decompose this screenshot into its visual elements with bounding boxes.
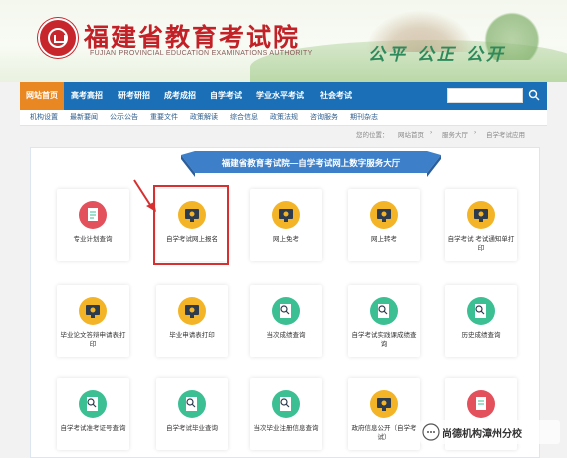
monitor-icon bbox=[79, 297, 107, 325]
tile-admission-number-query[interactable]: 自学考试准考证号查询 bbox=[57, 378, 129, 450]
tile-history-score-query[interactable]: 历史成绩查询 bbox=[445, 285, 517, 357]
nav-item-zikao[interactable]: 自学考试 bbox=[204, 82, 248, 110]
site-logo[interactable] bbox=[38, 18, 78, 58]
subnav-item-qikan[interactable]: 期刊杂志 bbox=[350, 110, 378, 126]
tile-graduation-query[interactable]: 自学考试毕业查询 bbox=[156, 378, 228, 450]
tile-graduation-registration-query[interactable]: 当次毕业注册信息查询 bbox=[250, 378, 322, 450]
tile-exam-notice-print[interactable]: 自学考试 考试通知单打印 bbox=[445, 189, 517, 261]
tile-label: 当次成绩查询 bbox=[266, 332, 306, 339]
subnav-item-yaowen[interactable]: 最新要闻 bbox=[70, 110, 98, 126]
search-doc-icon bbox=[467, 297, 495, 325]
search-doc-icon bbox=[272, 390, 300, 418]
tile-label: 政府信息公开（自学考试） bbox=[351, 425, 417, 441]
tile-label: 当次毕业注册信息查询 bbox=[253, 425, 319, 432]
subnav-item-zonghe[interactable]: 综合信息 bbox=[230, 110, 258, 126]
tile-label: 毕业论文答辩申请表打印 bbox=[60, 332, 126, 348]
search-doc-icon bbox=[178, 390, 206, 418]
tile-government-info-disclosure[interactable]: 政府信息公开（自学考试） bbox=[348, 378, 420, 450]
clipboard-icon bbox=[79, 201, 107, 229]
breadcrumb-item-hall[interactable]: 服务大厅 bbox=[442, 129, 468, 139]
breadcrumb-label: 您的位置： bbox=[356, 132, 389, 139]
nav-item-gaokao[interactable]: 高考高招 bbox=[65, 82, 109, 110]
tile-label: 网上免考 bbox=[273, 236, 299, 243]
tile-label: 历史成绩查询 bbox=[461, 332, 501, 339]
panel-title: 福建省教育考试院—自学考试网上数字服务大厅 bbox=[221, 158, 401, 168]
breadcrumb-item-home[interactable]: 网站首页 bbox=[398, 129, 424, 139]
subnav-item-wenjian[interactable]: 重要文件 bbox=[150, 110, 178, 126]
clipboard-icon bbox=[467, 390, 495, 418]
breadcrumb-sep: › bbox=[430, 129, 433, 136]
site-header: 福建省教育考试院 FUJIAN PROVINCIAL EDUCATION EXA… bbox=[0, 0, 567, 82]
tile-label: 专业计划查询 bbox=[73, 236, 113, 243]
chat-bubble-icon bbox=[422, 423, 440, 441]
search-input[interactable] bbox=[447, 88, 523, 103]
red-arrow-annotation bbox=[133, 179, 156, 212]
monitor-icon bbox=[467, 201, 495, 229]
tile-major-plan-query[interactable]: 专业计划查询 bbox=[57, 189, 129, 261]
monitor-icon bbox=[178, 297, 206, 325]
tile-practice-score-query[interactable]: 自学考试实践课成绩查询 bbox=[348, 285, 420, 357]
tile-label: 自学考试准考证号查询 bbox=[60, 425, 126, 432]
tile-online-exemption[interactable]: 网上免考 bbox=[250, 189, 322, 261]
subnav-item-fagui[interactable]: 政策法规 bbox=[270, 110, 298, 126]
breadcrumb: 您的位置： 网站首页 › 服务大厅 › 自学考试应用 bbox=[20, 126, 547, 142]
search-doc-icon bbox=[370, 297, 398, 325]
nav-item-chengkao[interactable]: 成考成招 bbox=[158, 82, 202, 110]
tile-label: 自学考试毕业查询 bbox=[166, 425, 218, 432]
tile-thesis-defense-print[interactable]: 毕业论文答辩申请表打印 bbox=[57, 285, 129, 357]
subnav-item-jigou[interactable]: 机构设置 bbox=[30, 110, 58, 126]
tile-label: 自学考试 考试通知单打印 bbox=[447, 236, 515, 252]
subnav-item-jiedu[interactable]: 政策解读 bbox=[190, 110, 218, 126]
site-subtitle: FUJIAN PROVINCIAL EDUCATION EXAMINATIONS… bbox=[90, 50, 313, 57]
monitor-icon bbox=[272, 201, 300, 229]
nav-item-home[interactable]: 网站首页 bbox=[20, 82, 64, 110]
subnav-item-gonggao[interactable]: 公示公告 bbox=[110, 110, 138, 126]
tile-graduation-form-print[interactable]: 毕业申请表打印 bbox=[156, 285, 228, 357]
tile-current-score-query[interactable]: 当次成绩查询 bbox=[250, 285, 322, 357]
main-nav: 网站首页 高考高招 研考研招 成考成招 自学考试 学业水平考试 社会考试 bbox=[20, 82, 547, 110]
tile-online-transfer[interactable]: 网上转考 bbox=[348, 189, 420, 261]
nav-item-xueye[interactable]: 学业水平考试 bbox=[250, 82, 310, 110]
search-icon[interactable] bbox=[528, 89, 540, 101]
breadcrumb-item-zikao[interactable]: 自学考试应用 bbox=[486, 129, 525, 139]
site-title: 福建省教育考试院 bbox=[84, 23, 301, 52]
tile-label: 毕业申请表打印 bbox=[169, 332, 215, 339]
nav-item-shehui[interactable]: 社会考试 bbox=[314, 82, 358, 110]
monitor-icon bbox=[370, 201, 398, 229]
monitor-icon bbox=[370, 390, 398, 418]
subnav-item-zixun[interactable]: 咨询服务 bbox=[310, 110, 338, 126]
breadcrumb-sep: › bbox=[474, 129, 477, 136]
watermark-text: 尚德机构漳州分校 bbox=[442, 429, 522, 440]
site-slogan: 公平 公正 公开 bbox=[368, 45, 506, 65]
search-doc-icon bbox=[79, 390, 107, 418]
tile-label: 网上转考 bbox=[371, 236, 397, 243]
sub-nav: 机构设置 最新要闻 公示公告 重要文件 政策解读 综合信息 政策法规 咨询服务 … bbox=[20, 110, 547, 126]
watermark: 尚德机构漳州分校 bbox=[420, 420, 560, 444]
tile-label: 自学考试实践课成绩查询 bbox=[351, 332, 417, 348]
selection-highlight-box bbox=[153, 185, 229, 265]
nav-item-yankao[interactable]: 研考研招 bbox=[112, 82, 156, 110]
search-doc-icon bbox=[272, 297, 300, 325]
